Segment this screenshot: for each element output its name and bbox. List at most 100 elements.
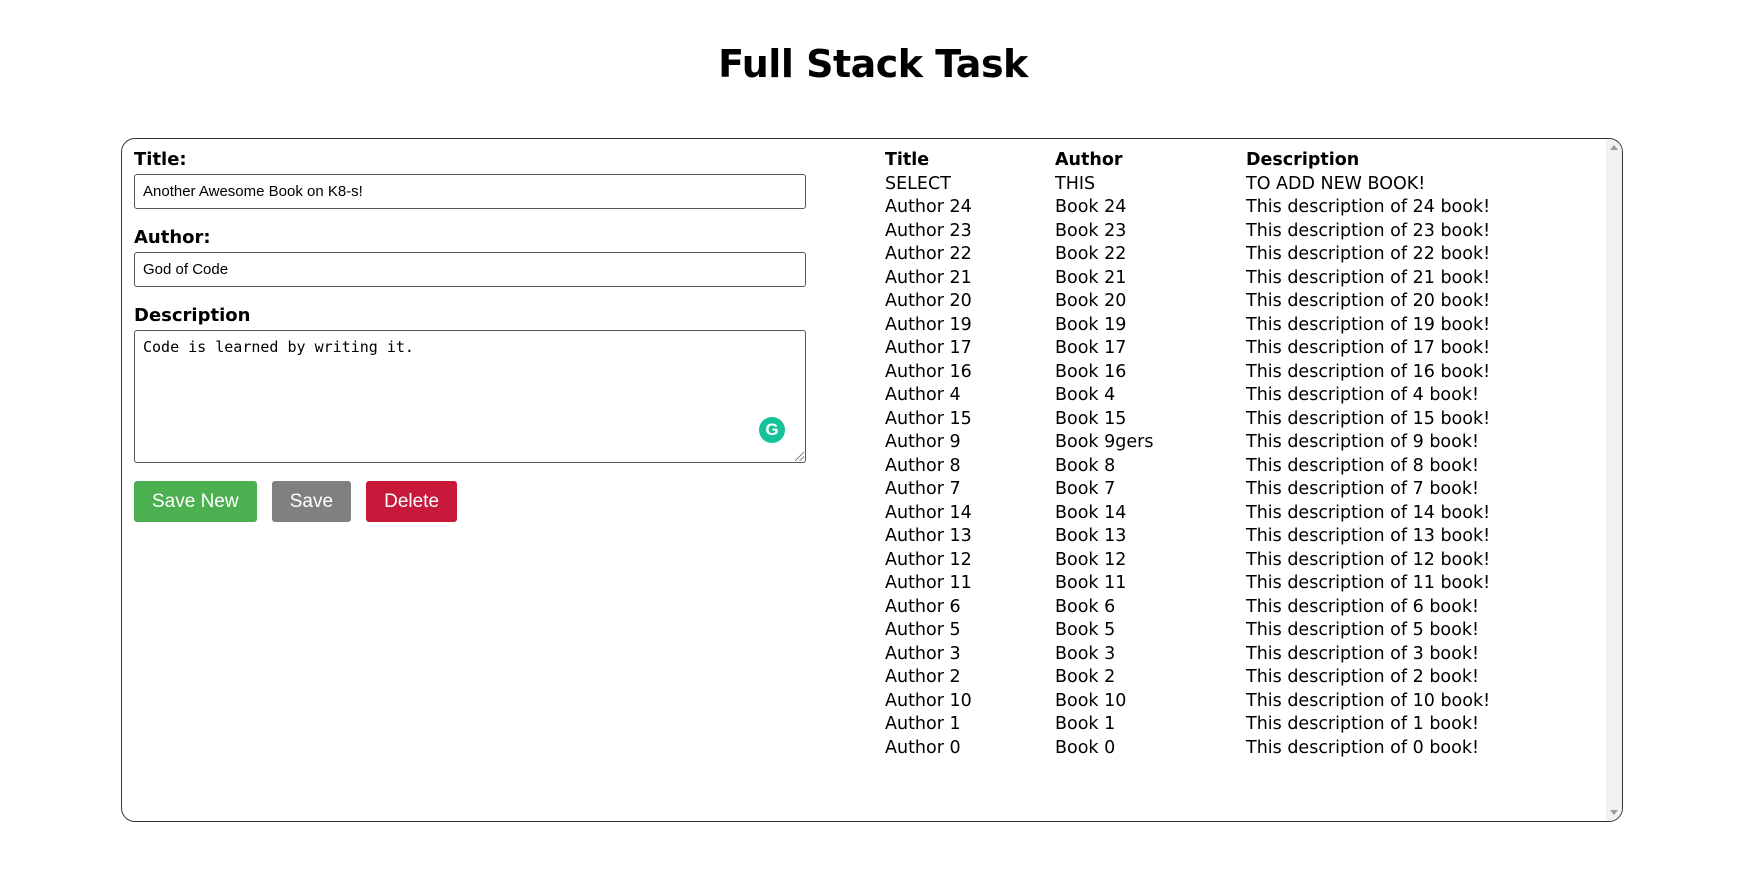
cell-author: Book 7	[1055, 479, 1116, 499]
cell-title: Author 6	[885, 596, 961, 617]
cell-author: Book 9gers	[1055, 432, 1154, 452]
table-row[interactable]: Author 14 Book 14 This description of 14 b…	[885, 502, 1506, 526]
cell-title: Author 8	[885, 455, 961, 476]
table-row[interactable]: Author 23 Book 23 This description of 23 b…	[885, 220, 1506, 244]
cell-description: This description of 11 book!	[1246, 573, 1491, 593]
cell-description: This description of 5 book!	[1246, 620, 1479, 640]
cell-title: Author 17	[885, 338, 972, 358]
delete-button[interactable]: Delete	[366, 481, 458, 522]
header-author: Author	[1055, 150, 1123, 170]
table-row[interactable]: Author 13 Book 13 This description of 13 b…	[885, 525, 1506, 549]
description-textarea[interactable]: Code is learned by writing it.	[134, 330, 806, 463]
description-label: Description	[134, 305, 251, 326]
cell-description: This description of 15 book!	[1246, 408, 1491, 429]
author-input[interactable]	[134, 252, 806, 287]
cell-author: Book 3	[1055, 643, 1116, 664]
table-row[interactable]: Author 21 Book 21 This description of 21 b…	[885, 267, 1506, 291]
table-row[interactable]: Author 5 Book 5 This description of 5 book…	[885, 619, 1506, 643]
cell-author: Book 2	[1055, 667, 1116, 687]
cell-title: Author 16	[885, 361, 972, 382]
title-label: Title:	[134, 149, 187, 170]
books-table: Title Author Description SELECT THIS TO ADD …	[885, 149, 1506, 760]
page-title: Full Stack Task	[718, 42, 1028, 86]
table-row[interactable]: Author 10 Book 10 This description of 10 b…	[885, 690, 1506, 714]
cell-description: This description of 19 book!	[1246, 314, 1491, 335]
book-form: Title: Author: Description Code is learn…	[134, 149, 809, 522]
table-row[interactable]: Author 8 Book 8 This description of 8 book…	[885, 455, 1506, 479]
table-row[interactable]: Author 2 Book 2 This description of 2 book…	[885, 666, 1506, 690]
table-row[interactable]: Author 11 Book 11 This description of 11 b…	[885, 572, 1506, 596]
cell-description: This description of 4 book!	[1246, 385, 1479, 405]
main-panel: Title: Author: Description Code is learn…	[121, 138, 1623, 822]
cell-title: Author 21	[885, 267, 972, 288]
cell-description: This description of 16 book!	[1246, 361, 1491, 382]
cell-description: This description of 21 book!	[1246, 267, 1491, 288]
button-row: Save New Save Delete	[134, 481, 809, 522]
cell-author: Book 14	[1055, 502, 1127, 523]
cell-title: Author 10	[885, 690, 972, 711]
scrollbar[interactable]	[1606, 139, 1622, 821]
cell-title: Author 7	[885, 479, 961, 499]
table-row[interactable]: Author 9 Book 9gers This description of 9 …	[885, 431, 1506, 455]
cell-author: Book 13	[1055, 526, 1127, 546]
cell-description: This description of 9 book!	[1246, 432, 1479, 452]
cell-description: This description of 1 book!	[1246, 714, 1479, 734]
cell-author: Book 10	[1055, 690, 1127, 711]
cell-author: Book 11	[1055, 573, 1127, 593]
cell-title: Author 13	[885, 526, 972, 546]
table-row[interactable]: Author 4 Book 4 This description of 4 book…	[885, 384, 1506, 408]
cell-author: Book 16	[1055, 361, 1127, 382]
scroll-down-icon[interactable]	[1610, 810, 1618, 815]
resize-handle-icon[interactable]	[795, 452, 804, 461]
table-row[interactable]: Author 17 Book 17 This description of 17 b…	[885, 337, 1506, 361]
cell-description: This description of 14 book!	[1246, 502, 1491, 523]
description-field: Code is learned by writing it. G	[134, 330, 806, 463]
cell-description: This description of 3 book!	[1246, 643, 1479, 664]
cell-author: Book 22	[1055, 244, 1127, 264]
table-row[interactable]: Author 0 Book 0 This description of 0 book…	[885, 737, 1506, 761]
cell-title: Author 22	[885, 244, 972, 264]
cell-description: This description of 0 book!	[1246, 737, 1479, 758]
table-row[interactable]: Author 12 Book 12 This description of 12 b…	[885, 549, 1506, 573]
table-row[interactable]: Author 15 Book 15 This description of 15 b…	[885, 408, 1506, 432]
cell-description: This description of 23 book!	[1246, 220, 1491, 241]
table-row[interactable]: Author 7 Book 7 This description of 7 book…	[885, 478, 1506, 502]
table-row[interactable]: Author 19 Book 19 This description of 19 b…	[885, 314, 1506, 338]
save-button[interactable]: Save	[271, 481, 352, 522]
cell-author: Book 17	[1055, 338, 1127, 358]
table-row[interactable]: Author 16 Book 16 This description of 16 b…	[885, 361, 1506, 385]
cell-title: Author 19	[885, 314, 972, 335]
table-row[interactable]: Author 6 Book 6 This description of 6 book…	[885, 596, 1506, 620]
cell-title: Author 0	[885, 737, 961, 758]
cell-author: Book 23	[1055, 220, 1127, 241]
table-row[interactable]: Author 3 Book 3 This description of 3 book…	[885, 643, 1506, 667]
cell-title: Author 11	[885, 573, 972, 593]
cell-title: Author 24	[885, 197, 972, 217]
table-row[interactable]: Author 22 Book 22 This description of 22 b…	[885, 243, 1506, 267]
cell-author: Book 0	[1055, 737, 1116, 758]
table-row[interactable]: SELECT THIS TO ADD NEW BOOK!	[885, 173, 1506, 197]
cell-description: TO ADD NEW BOOK!	[1246, 173, 1426, 194]
save-new-button[interactable]: Save New	[134, 481, 257, 522]
grammarly-icon[interactable]: G	[759, 417, 785, 443]
cell-description: This description of 12 book!	[1246, 549, 1491, 570]
cell-title: Author 9	[885, 432, 961, 452]
title-input[interactable]	[134, 174, 806, 209]
table-row[interactable]: Author 20 Book 20 This description of 20 b…	[885, 290, 1506, 314]
cell-title: Author 12	[885, 549, 972, 570]
cell-author: Book 6	[1055, 596, 1116, 617]
cell-author: Book 1	[1055, 714, 1116, 734]
cell-author: Book 24	[1055, 197, 1127, 217]
cell-title: Author 23	[885, 220, 972, 241]
table-row[interactable]: Author 24 Book 24 This description of 24 b…	[885, 196, 1506, 220]
cell-description: This description of 7 book!	[1246, 479, 1479, 499]
table-row[interactable]: Author 1 Book 1 This description of 1 book…	[885, 713, 1506, 737]
cell-description: This description of 24 book!	[1246, 197, 1491, 217]
cell-description: This description of 17 book!	[1246, 338, 1491, 358]
cell-author: Book 5	[1055, 620, 1116, 640]
cell-title: Author 15	[885, 408, 972, 429]
cell-description: This description of 8 book!	[1246, 455, 1479, 476]
cell-author: Book 8	[1055, 455, 1116, 476]
scroll-up-icon[interactable]	[1610, 145, 1618, 150]
cell-author: Book 20	[1055, 291, 1127, 311]
